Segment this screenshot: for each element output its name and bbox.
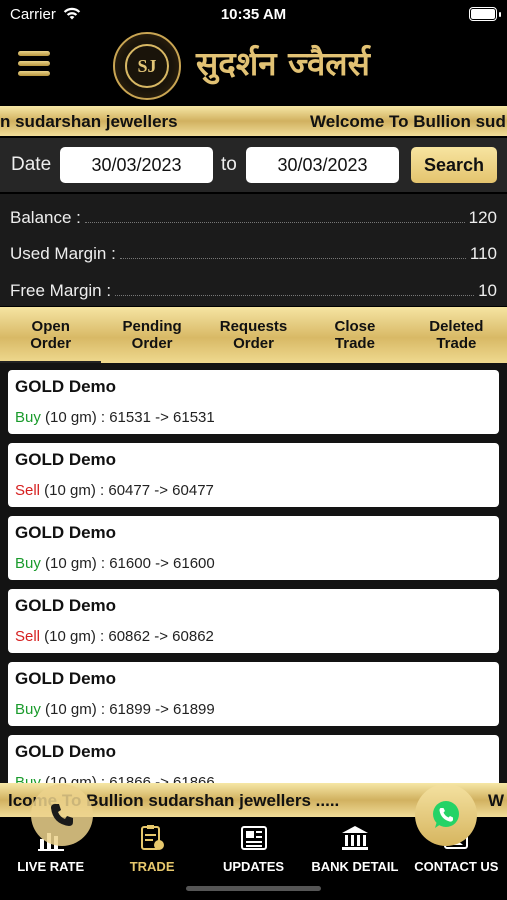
order-title: GOLD Demo xyxy=(15,742,117,761)
balance-label: Balance : xyxy=(10,208,81,227)
nav-label: CONTACT US xyxy=(414,859,499,874)
order-card[interactable]: GOLD Demo Sell (10 gm) : 60862 -> 60862 xyxy=(8,589,499,653)
order-prices: (10 gm) : 61531 -> 61531 xyxy=(40,409,215,426)
phone-icon xyxy=(51,804,73,826)
nav-label: BANK DETAIL xyxy=(311,859,399,874)
order-detail: Sell (10 gm) : 60862 -> 60862 xyxy=(15,628,214,645)
order-title: GOLD Demo xyxy=(15,669,117,688)
clock: 10:35 AM xyxy=(220,6,287,23)
order-side: Sell xyxy=(15,482,41,499)
order-prices: (10 gm) : 60477 -> 60477 xyxy=(40,482,214,499)
order-prices: (10 gm) : 61600 -> 61600 xyxy=(40,555,215,572)
marquee-text-a: n sudarshan jewellers xyxy=(0,112,178,131)
tab-label-line2: Order xyxy=(30,335,72,352)
order-tabs: Open Order Pending Order Requests Order … xyxy=(0,307,507,363)
balance-panel: Balance : 120 Used Margin : 110 Free Mar… xyxy=(0,194,507,306)
order-detail: Buy (10 gm) : 61866 -> 61866 xyxy=(15,774,215,783)
balance-value: 120 xyxy=(468,208,497,227)
order-card[interactable]: GOLD Demo Buy (10 gm) : 61866 -> 61866 xyxy=(8,735,499,783)
seal-monogram: SJ xyxy=(125,44,169,88)
status-bar: Carrier 10:35 AM xyxy=(0,0,507,30)
tab-close-trade[interactable]: Close Trade xyxy=(304,307,405,363)
order-card[interactable]: GOLD Demo Buy (10 gm) : 61600 -> 61600 xyxy=(8,516,499,580)
order-card[interactable]: GOLD Demo Buy (10 gm) : 61899 -> 61899 xyxy=(8,662,499,726)
order-title: GOLD Demo xyxy=(15,523,117,542)
marquee-top: n sudarshan jewellers Welcome To Bullion… xyxy=(0,106,507,136)
nav-label: UPDATES xyxy=(222,859,285,874)
brand-name: सुदर्शन ज्वैलर्स xyxy=(196,44,370,83)
order-card[interactable]: GOLD Demo Buy (10 gm) : 61531 -> 61531 xyxy=(8,370,499,434)
bank-icon xyxy=(341,826,368,850)
order-list[interactable]: GOLD Demo Buy (10 gm) : 61531 -> 61531 G… xyxy=(0,363,507,783)
dotted-leader xyxy=(119,258,466,259)
call-button[interactable] xyxy=(31,784,93,846)
balance-row: Balance : 120 xyxy=(10,200,497,228)
marquee-text-b: Welcome To Bullion sud xyxy=(310,112,506,131)
order-detail: Buy (10 gm) : 61531 -> 61531 xyxy=(15,409,215,426)
tab-label-line2: Trade xyxy=(334,335,375,352)
tab-pending-order[interactable]: Pending Order xyxy=(101,307,202,363)
order-side: Buy xyxy=(15,701,41,718)
order-prices: (10 gm) : 61866 -> 61866 xyxy=(40,774,215,783)
tab-deleted-trade[interactable]: Deleted Trade xyxy=(406,307,507,363)
tab-open-order[interactable]: Open Order xyxy=(0,307,102,363)
whatsapp-icon xyxy=(433,801,459,828)
tab-label-line2: Order xyxy=(131,335,173,352)
hamburger-menu-icon[interactable] xyxy=(18,51,52,79)
from-date-field[interactable]: 30/03/2023 xyxy=(60,147,213,183)
order-detail: Buy (10 gm) : 61600 -> 61600 xyxy=(15,555,215,572)
order-side: Buy xyxy=(15,409,41,426)
tab-label-line1: Requests xyxy=(219,318,288,335)
order-title: GOLD Demo xyxy=(15,596,117,615)
order-prices: (10 gm) : 61899 -> 61899 xyxy=(40,701,215,718)
date-filter-bar: Date 30/03/2023 to 30/03/2023 Search xyxy=(0,138,507,192)
search-button[interactable]: Search xyxy=(411,147,497,183)
brand-seal-logo: SJ xyxy=(113,32,181,100)
order-title: GOLD Demo xyxy=(15,377,117,396)
used-margin-label: Used Margin : xyxy=(10,244,116,263)
tab-label-line1: Pending xyxy=(122,318,182,335)
order-detail: Sell (10 gm) : 60477 -> 60477 xyxy=(15,482,214,499)
used-margin-row: Used Margin : 110 xyxy=(10,236,497,264)
nav-updates[interactable]: UPDATES xyxy=(203,817,304,877)
nav-label: LIVE RATE xyxy=(17,859,85,874)
home-indicator xyxy=(0,877,507,900)
battery-icon xyxy=(469,7,501,21)
to-label: to xyxy=(221,154,237,175)
app-header: SJ सुदर्शन ज्वैलर्स xyxy=(0,30,507,104)
order-side: Buy xyxy=(15,555,41,572)
free-margin-value: 10 xyxy=(478,281,497,300)
tab-requests-order[interactable]: Requests Order xyxy=(203,307,304,363)
tab-label-line2: Order xyxy=(233,335,274,352)
tab-label-line1: Close xyxy=(334,318,376,335)
free-margin-row: Free Margin : 10 xyxy=(10,273,497,301)
whatsapp-button[interactable] xyxy=(415,784,477,846)
dotted-leader xyxy=(84,222,465,223)
tab-label-line2: Trade xyxy=(436,335,477,352)
order-detail: Buy (10 gm) : 61899 -> 61899 xyxy=(15,701,215,718)
order-title: GOLD Demo xyxy=(15,450,117,469)
nav-trade[interactable]: TRADE xyxy=(101,817,202,877)
order-side: Sell xyxy=(15,628,41,645)
nav-label: TRADE xyxy=(129,859,175,874)
date-label: Date xyxy=(11,154,52,175)
to-date-field[interactable]: 30/03/2023 xyxy=(246,147,399,183)
free-margin-label: Free Margin : xyxy=(10,281,112,300)
tab-label-line1: Deleted xyxy=(429,318,484,335)
dotted-leader xyxy=(115,295,475,296)
order-side: Buy xyxy=(15,774,41,783)
trade-icon xyxy=(141,825,165,850)
news-icon xyxy=(240,826,267,850)
tab-label-line1: Open xyxy=(31,318,70,335)
marquee-text-b: W xyxy=(488,791,505,810)
order-card[interactable]: GOLD Demo Sell (10 gm) : 60477 -> 60477 xyxy=(8,443,499,507)
nav-bank-detail[interactable]: BANK DETAIL xyxy=(304,817,405,877)
order-prices: (10 gm) : 60862 -> 60862 xyxy=(40,628,214,645)
used-margin-value: 110 xyxy=(469,244,497,263)
